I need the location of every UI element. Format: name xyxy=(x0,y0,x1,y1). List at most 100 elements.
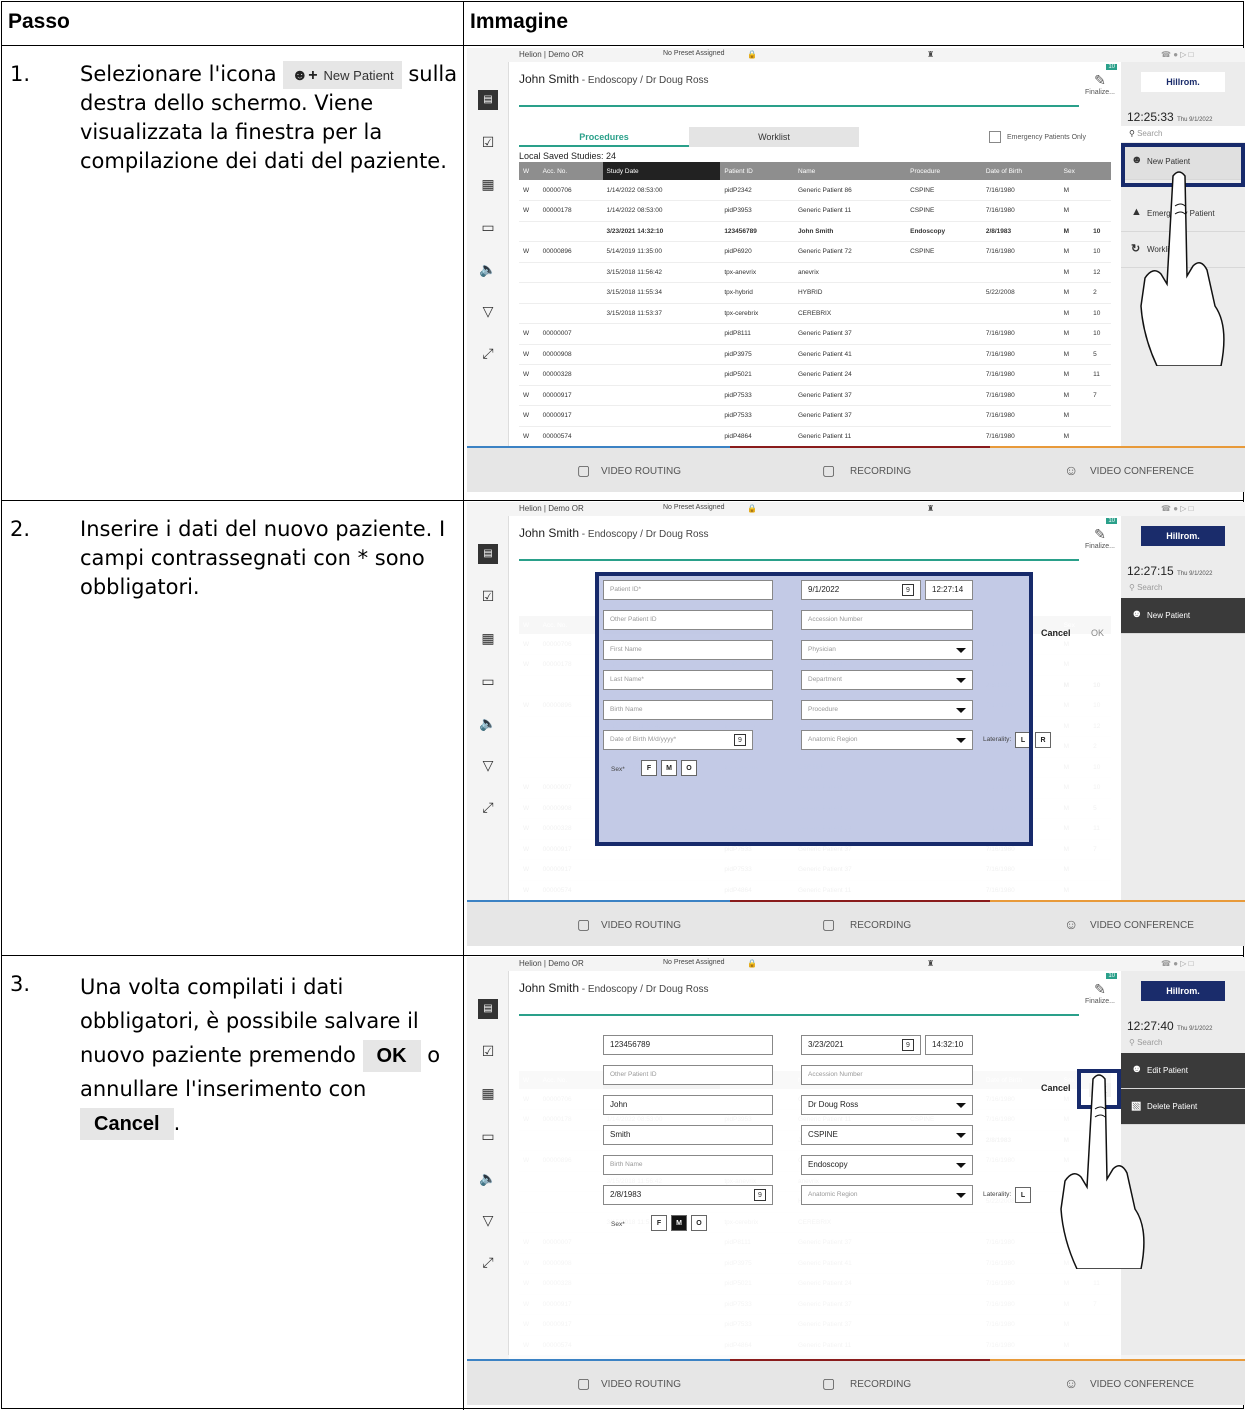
search-input[interactable]: ⚲ Search xyxy=(1121,1035,1245,1051)
other-patient-id-field[interactable]: Other Patient ID xyxy=(603,1065,773,1085)
table-row[interactable]: W000008965/14/2019 11:35:00pidP6920Gener… xyxy=(519,241,1111,263)
calendar-icon[interactable]: 9 xyxy=(902,1039,914,1051)
video-routing-tab[interactable]: ▢ VIDEO ROUTING xyxy=(467,900,730,946)
table-cell: 5/22/2008 xyxy=(981,282,1060,304)
table-row[interactable]: W00000007 pidP8111Generic Patient 37 7/16/… xyxy=(519,323,1111,345)
tab-worklist[interactable]: Worklist xyxy=(689,127,859,147)
physician-select[interactable]: Dr Doug Ross xyxy=(801,1095,973,1115)
new-patient-button[interactable]: ☻ New Patient xyxy=(1121,598,1245,634)
first-name-field[interactable]: John xyxy=(603,1095,773,1115)
video-conference-tab[interactable]: ☺ VIDEO CONFERENCE xyxy=(990,900,1245,946)
sex-o-button[interactable]: O xyxy=(691,1215,707,1231)
recording-tab[interactable]: ▢ RECORDING xyxy=(730,1359,990,1405)
patient-card-icon[interactable]: ▤ xyxy=(478,90,498,110)
search-input[interactable]: ⚲ Search xyxy=(1121,580,1245,596)
speaker-icon[interactable]: 🔈 xyxy=(478,1168,498,1188)
department-value: CSPINE xyxy=(808,1130,838,1139)
clipboard-icon[interactable]: ☑ xyxy=(478,586,498,606)
checkbox[interactable] xyxy=(989,131,1001,143)
laterality-l-button[interactable]: L xyxy=(1015,1187,1031,1203)
step-text: Inserire i dati del nuovo paziente. I ca… xyxy=(80,517,446,599)
column-header[interactable]: Sex xyxy=(1059,162,1090,180)
table-row[interactable]: 3/23/2021 14:32:10123456789John SmithEnd… xyxy=(519,221,1111,242)
speaker-icon[interactable]: 🔈 xyxy=(478,713,498,733)
expand-icon[interactable]: ⤢ xyxy=(478,797,498,817)
expand-icon[interactable]: ⤢ xyxy=(478,343,498,363)
finalize-button[interactable]: 10 ✎ Finalize... xyxy=(1085,64,1117,108)
surgical-light-icon[interactable]: ▽ xyxy=(478,755,498,775)
table-cell xyxy=(538,262,603,283)
video-routing-tab[interactable]: ▢ VIDEO ROUTING xyxy=(467,446,730,492)
column-header[interactable]: Name xyxy=(793,162,907,180)
w-column-header[interactable]: W xyxy=(519,162,539,180)
video-conference-tab[interactable]: ☺ VIDEO CONFERENCE xyxy=(990,446,1245,492)
study-time-field[interactable]: 14:32:10 xyxy=(925,1035,973,1055)
layout-icon[interactable]: ▦ xyxy=(478,628,498,648)
sex-m-button[interactable]: M xyxy=(671,1215,687,1231)
expand-icon[interactable]: ⤢ xyxy=(478,1252,498,1272)
tab-procedures[interactable]: Procedures xyxy=(519,127,689,147)
patient-card-icon[interactable]: ▤ xyxy=(478,999,498,1019)
last-name-field[interactable]: Smith xyxy=(603,1125,773,1145)
display-icon[interactable]: ▭ xyxy=(478,217,498,237)
column-header[interactable]: Study Date xyxy=(602,162,721,180)
table-row[interactable]: W00000908 pidP3975Generic Patient 41 7/16/… xyxy=(519,344,1111,365)
recording-tab[interactable]: ▢ RECORDING xyxy=(730,900,990,946)
laterality-r-button[interactable]: R xyxy=(1035,732,1051,748)
table-row[interactable]: W000007061/14/2022 08:53:00pidP2342Gener… xyxy=(519,180,1111,201)
date: Thu 9/1/2022 xyxy=(1177,117,1213,123)
table-row[interactable]: W00000917 pidP7533Generic Patient 37 7/16/… xyxy=(519,405,1111,427)
table-cell: 123456789 xyxy=(720,221,794,242)
layout-icon[interactable]: ▦ xyxy=(478,174,498,194)
procedure-select[interactable]: Endoscopy xyxy=(801,1155,973,1175)
table-cell: Generic Patient 24 xyxy=(793,364,907,386)
anatomic-region-select[interactable]: Anatomic Region xyxy=(801,1185,973,1205)
ok-button[interactable]: OK xyxy=(1091,628,1104,638)
birth-name-field[interactable]: Birth Name xyxy=(603,1155,773,1175)
finalize-button[interactable]: 10 ✎ Finalize... xyxy=(1085,973,1117,1017)
video-conference-tab[interactable]: ☺ VIDEO CONFERENCE xyxy=(990,1359,1245,1405)
column-header[interactable]: Procedure xyxy=(906,162,982,180)
search-input[interactable]: ⚲ Search xyxy=(1121,126,1245,142)
table-cell xyxy=(906,364,982,386)
patient-id-field[interactable]: 123456789 xyxy=(603,1035,773,1055)
display-icon[interactable]: ▭ xyxy=(478,1126,498,1146)
column-header[interactable]: Patient ID xyxy=(720,162,794,180)
department-select[interactable]: CSPINE xyxy=(801,1125,973,1145)
surgical-light-icon[interactable]: ▽ xyxy=(478,1210,498,1230)
finalize-button[interactable]: 10 ✎ Finalize... xyxy=(1085,518,1117,562)
sex-f-button[interactable]: F xyxy=(651,1215,667,1231)
step-number: 2. xyxy=(10,517,31,541)
emergency-filter[interactable]: Emergency Patients Only xyxy=(989,131,1086,143)
table-row[interactable]: 3/15/2018 11:55:34tpx-hybridHYBRID 5/22/2… xyxy=(519,282,1111,304)
date-of-birth-field[interactable]: 2/8/1983 9 xyxy=(603,1185,773,1205)
table-row[interactable]: W000001781/14/2022 08:53:00pidP3953Gener… xyxy=(519,200,1111,222)
column-header[interactable]: Acc. No. xyxy=(538,162,603,180)
brand-logo: Hillrom. xyxy=(1141,526,1225,546)
speaker-icon[interactable]: 🔈 xyxy=(478,259,498,279)
study-date-field[interactable]: 3/23/2021 9 xyxy=(801,1035,921,1055)
video-routing-icon: ▢ xyxy=(577,1375,591,1391)
status-bar: Helion | Demo OR No Preset Assigned 🔒 ♜ … xyxy=(467,502,1245,516)
main-area: John Smith - Endoscopy / Dr Doug Ross 10… xyxy=(509,516,1121,901)
surgical-light-icon[interactable]: ▽ xyxy=(478,301,498,321)
video-routing-tab[interactable]: ▢ VIDEO ROUTING xyxy=(467,1359,730,1405)
layout-icon[interactable]: ▦ xyxy=(478,1083,498,1103)
display-icon[interactable]: ▭ xyxy=(478,671,498,691)
cancel-button[interactable]: Cancel xyxy=(1041,628,1071,638)
calendar-icon[interactable]: 9 xyxy=(754,1189,766,1201)
folder-column-header[interactable] xyxy=(1089,162,1111,180)
search-icon: ⚲ xyxy=(1129,583,1135,592)
recording-tab[interactable]: ▢ RECORDING xyxy=(730,446,990,492)
accession-number-field[interactable]: Accession Number xyxy=(801,1065,973,1085)
table-row[interactable]: 3/15/2018 11:53:37tpx-cerebrixCEREBRIX M1… xyxy=(519,303,1111,324)
table-row[interactable]: 3/15/2018 11:56:42tpx-anevrixanevrix M12 xyxy=(519,262,1111,283)
patient-position-icon: ♜ xyxy=(927,50,935,59)
clipboard-icon[interactable]: ☑ xyxy=(478,1041,498,1061)
clipboard-icon[interactable]: ☑ xyxy=(478,132,498,152)
patient-card-icon[interactable]: ▤ xyxy=(478,544,498,564)
table-row[interactable]: W00000328 pidP5021Generic Patient 24 7/16/… xyxy=(519,364,1111,386)
column-header[interactable]: Date of Birth xyxy=(981,162,1060,180)
table-row[interactable]: W00000917 pidP7533Generic Patient 37 7/16/… xyxy=(519,385,1111,406)
table-row[interactable]: W00000574 pidP4864Generic Patient 11 7/16/… xyxy=(519,426,1111,447)
